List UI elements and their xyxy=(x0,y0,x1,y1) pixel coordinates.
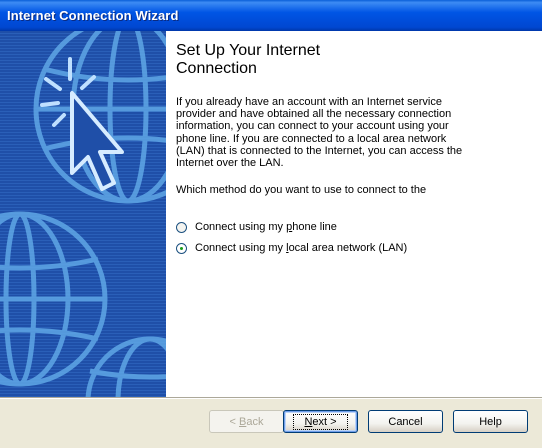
next-button-label: Next > xyxy=(293,413,348,430)
page-title-line2: Connection xyxy=(176,60,257,77)
question-text: Which method do you want to use to conne… xyxy=(176,184,427,196)
radio-lan-label: Connect using my local area network (LAN… xyxy=(195,242,408,254)
page-title: Set Up Your Internet Connection xyxy=(176,42,436,78)
radio-phone-line[interactable]: Connect using my phone line xyxy=(176,219,337,235)
radio-phone-label: Connect using my phone line xyxy=(195,221,337,233)
back-button[interactable]: < Back xyxy=(209,410,284,433)
cancel-button[interactable]: Cancel xyxy=(368,410,443,433)
footer-separator xyxy=(0,397,542,399)
back-button-label: < Back xyxy=(229,415,264,428)
description-text: If you already have an account with an I… xyxy=(176,96,463,170)
next-button[interactable]: Next > xyxy=(283,410,358,433)
radio-button-lan[interactable] xyxy=(176,242,187,254)
radio-lan[interactable]: Connect using my local area network (LAN… xyxy=(176,240,407,256)
globe-cursor-icon xyxy=(0,31,166,397)
radio-button-phone[interactable] xyxy=(176,221,187,233)
wizard-content: Set Up Your Internet Connection If you a… xyxy=(166,31,542,397)
help-button[interactable]: Help xyxy=(453,410,528,433)
title-bar[interactable]: Internet Connection Wizard xyxy=(0,0,542,31)
wizard-window: Internet Connection Wizard Set Up Your I… xyxy=(0,0,542,448)
side-graphic xyxy=(0,31,166,397)
window-title: Internet Connection Wizard xyxy=(7,8,179,23)
page-title-line1: Set Up Your Internet xyxy=(176,42,321,59)
